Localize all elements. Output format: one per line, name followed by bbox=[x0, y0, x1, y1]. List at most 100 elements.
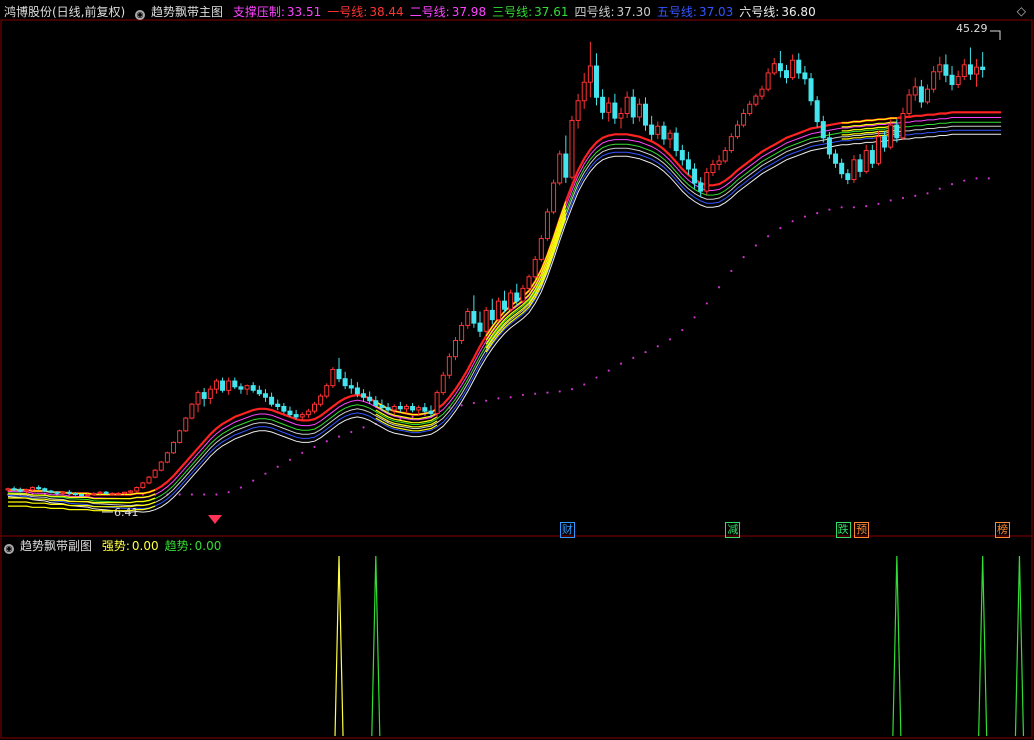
candle bbox=[967, 47, 973, 80]
candle bbox=[183, 416, 189, 432]
support-dot bbox=[717, 286, 721, 289]
candle bbox=[128, 489, 134, 494]
candle bbox=[434, 390, 440, 419]
candle bbox=[30, 486, 36, 492]
candle bbox=[630, 89, 636, 124]
main-panel-border bbox=[0, 19, 1033, 537]
candle bbox=[526, 274, 532, 291]
support-dot bbox=[901, 196, 905, 200]
candle bbox=[667, 129, 673, 149]
candle bbox=[845, 169, 851, 185]
candle bbox=[281, 403, 287, 414]
header-line-value-4: 37.61 bbox=[534, 5, 569, 19]
header-line-2: 一号线: bbox=[327, 5, 368, 19]
stock-name[interactable]: 鸿博股份(日线,前复权) bbox=[4, 5, 125, 19]
support-dot bbox=[190, 493, 193, 496]
support-dot bbox=[926, 192, 929, 195]
support-dot bbox=[497, 397, 500, 400]
support-dot bbox=[607, 369, 610, 372]
high-label: 45.29 bbox=[956, 22, 988, 35]
support-dot bbox=[852, 206, 856, 209]
candle bbox=[600, 89, 606, 120]
candle bbox=[759, 85, 765, 100]
support-dot bbox=[644, 350, 647, 354]
candle bbox=[796, 53, 802, 79]
candle bbox=[115, 492, 121, 495]
candle bbox=[569, 115, 575, 180]
candle bbox=[520, 284, 526, 304]
candle bbox=[244, 384, 250, 395]
candle bbox=[882, 130, 888, 152]
event-badge[interactable]: 减 bbox=[725, 522, 741, 538]
candle bbox=[722, 147, 728, 164]
candle bbox=[826, 132, 832, 159]
candle bbox=[312, 401, 317, 414]
sub-indicator-name[interactable]: 趋势飘带副图 bbox=[20, 539, 92, 553]
candle bbox=[226, 377, 232, 395]
candle bbox=[256, 385, 262, 397]
candle bbox=[189, 403, 195, 420]
support-dot bbox=[227, 491, 230, 494]
candle bbox=[232, 377, 238, 390]
support-dot bbox=[595, 376, 598, 379]
candle bbox=[489, 298, 495, 325]
support-dot bbox=[558, 390, 561, 393]
support-dot bbox=[362, 426, 365, 429]
support-dot bbox=[668, 338, 672, 341]
candle bbox=[544, 208, 550, 241]
candle bbox=[262, 389, 268, 402]
diamond-icon[interactable]: ◇ bbox=[1017, 4, 1026, 18]
main-header: 鸿博股份(日线,前复权) ◉ 趋势飘带主图 支撑压制: 33.51 一号线: 38.44… bbox=[4, 4, 828, 20]
candle bbox=[508, 289, 514, 312]
indicator-menu-icon[interactable]: ◉ bbox=[135, 10, 146, 20]
support-dot bbox=[803, 215, 807, 218]
candle bbox=[563, 135, 569, 183]
sub-indicator-menu-icon[interactable]: ◉ bbox=[4, 544, 14, 554]
support-dot bbox=[288, 458, 292, 461]
candle bbox=[140, 481, 146, 489]
signal-spike bbox=[371, 555, 381, 737]
high-arrow bbox=[990, 30, 1001, 40]
support-dot bbox=[889, 199, 892, 202]
header-lines: 支撑压制: 33.51 一号线: 38.44 二号线: 37.98 三号线: 37.61 四号线… bbox=[233, 5, 822, 19]
candle bbox=[213, 378, 219, 394]
candle bbox=[391, 404, 397, 415]
candle bbox=[851, 155, 857, 183]
candle bbox=[808, 72, 814, 106]
support-dot bbox=[754, 244, 757, 247]
support-dot bbox=[534, 392, 537, 395]
candle bbox=[483, 306, 489, 334]
candle bbox=[833, 149, 839, 168]
header-line-value-3: 37.98 bbox=[451, 5, 487, 19]
candle bbox=[661, 121, 667, 145]
candle bbox=[324, 383, 330, 399]
sub-header: ◉ 趋势飘带副图 强势: 0.00 趋势: 0.00 bbox=[4, 538, 233, 554]
event-badge[interactable]: 财 bbox=[559, 522, 575, 538]
low-label: 6.41 bbox=[114, 506, 139, 519]
candle bbox=[673, 127, 679, 157]
event-badge[interactable]: 跌 bbox=[835, 522, 851, 538]
candle bbox=[207, 385, 213, 405]
candle bbox=[238, 383, 244, 394]
support-dot bbox=[742, 256, 745, 259]
candle bbox=[575, 93, 581, 129]
support-dot bbox=[840, 206, 843, 209]
event-badge[interactable]: 榜 bbox=[995, 522, 1011, 538]
candle bbox=[17, 487, 23, 493]
indicator-name[interactable]: 趋势飘带主图 bbox=[151, 5, 223, 19]
candle bbox=[925, 84, 930, 105]
support-dot bbox=[252, 479, 255, 482]
header-line-6: 五号线: bbox=[656, 5, 697, 19]
support-dot bbox=[693, 316, 696, 319]
candle bbox=[11, 486, 17, 492]
candle bbox=[342, 371, 348, 390]
candle bbox=[643, 97, 649, 131]
event-badge[interactable]: 预 bbox=[854, 522, 870, 538]
candle bbox=[765, 68, 771, 92]
candle bbox=[747, 100, 753, 116]
header-line-value-7: 36.80 bbox=[781, 5, 816, 19]
support-dot bbox=[337, 435, 341, 438]
support-dot bbox=[656, 345, 659, 348]
candle bbox=[900, 107, 906, 141]
sub-item-label-1: 强势: bbox=[101, 539, 130, 553]
